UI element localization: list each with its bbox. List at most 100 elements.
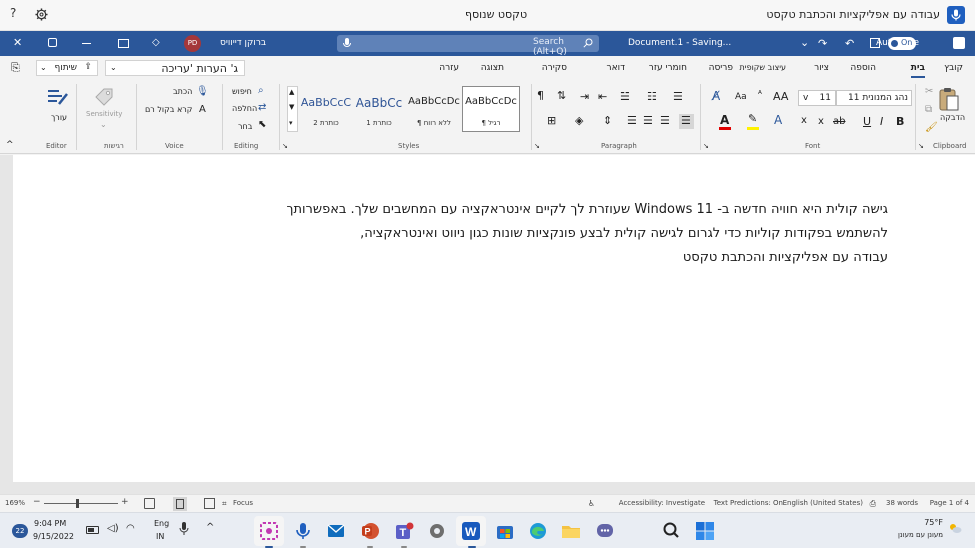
collapse-ribbon-icon[interactable]: ^ <box>6 140 14 150</box>
language-region[interactable]: IN <box>156 532 164 541</box>
web-layout-icon[interactable] <box>144 498 155 509</box>
tab-home[interactable]: בית <box>910 63 925 78</box>
subscript-button[interactable]: x <box>818 116 824 127</box>
zoom-level[interactable]: 169% <box>5 499 25 507</box>
copy-icon[interactable]: ⧉ <box>925 104 932 115</box>
tab-file[interactable]: קובץ <box>944 63 963 73</box>
accessibility-status[interactable]: Accessibility: Investigate <box>619 499 705 507</box>
focus-mode[interactable]: Focus <box>233 499 253 507</box>
word-count[interactable]: 38 words <box>886 499 918 507</box>
volume-icon[interactable]: ◁) <box>107 523 119 534</box>
mic-tray-icon[interactable] <box>179 522 189 536</box>
focus-icon[interactable]: ⌗ <box>222 499 227 509</box>
clipboard-launcher-icon[interactable]: ↘ <box>918 142 924 150</box>
editor-icon[interactable] <box>45 86 69 108</box>
teams-chat-icon[interactable] <box>594 520 616 542</box>
text-effects-icon[interactable]: A <box>774 113 782 127</box>
tab-help[interactable]: עזרה <box>439 63 459 73</box>
undo-icon[interactable]: ↶ <box>845 37 854 50</box>
read-mode-icon[interactable] <box>204 498 215 509</box>
settings-icon[interactable] <box>35 8 48 21</box>
tab-references[interactable]: חומרי עזר <box>649 63 687 73</box>
redo-icon[interactable]: ↷ <box>818 37 827 50</box>
font-launcher-icon[interactable]: ↘ <box>703 142 709 150</box>
ribbon-display-icon[interactable] <box>118 39 129 48</box>
editing-mode-dropdown[interactable]: ג' הערות 'עריכה ⌄ <box>105 60 245 76</box>
print-layout-button[interactable] <box>173 497 187 511</box>
show-formatting-icon[interactable]: ¶ <box>537 89 544 102</box>
text-predictions[interactable]: Text Predictions: On <box>714 499 783 507</box>
voice-access-icon[interactable] <box>292 520 314 542</box>
mail-icon[interactable] <box>325 520 347 542</box>
voice-mic-button[interactable] <box>947 6 965 24</box>
document-title[interactable]: Document.1 - Saving... <box>628 38 731 48</box>
shrink-font-icon[interactable]: ᴬ <box>758 90 762 100</box>
teams-icon[interactable]: T <box>393 520 415 542</box>
justify-icon[interactable]: ☰ <box>627 114 637 127</box>
proofing-icon[interactable]: ⎙ <box>870 499 876 509</box>
dictate-mic-icon[interactable]: 🎙 <box>196 86 209 97</box>
find-label[interactable]: חיפוש <box>232 87 252 96</box>
comments-icon[interactable]: ⎘ <box>11 61 20 75</box>
word-taskbar-button[interactable]: W <box>456 516 486 546</box>
tab-design[interactable]: עיצוב שקופית <box>740 63 786 72</box>
read-aloud-icon[interactable]: A <box>199 104 206 115</box>
diamond-icon[interactable]: ◇ <box>152 37 160 48</box>
weather-icon[interactable] <box>948 521 962 535</box>
clock-time[interactable]: 9:04 PM <box>34 519 66 528</box>
save-icon[interactable] <box>870 38 880 48</box>
wifi-icon[interactable]: ◠ <box>126 523 135 534</box>
clock-date[interactable]: 9/15/2022 <box>33 532 74 541</box>
edge-icon[interactable] <box>527 520 549 542</box>
settings-icon[interactable] <box>426 520 448 542</box>
share-button[interactable]: שיתוף ⇪ ⌄ <box>36 60 98 76</box>
user-name[interactable]: ברוקן דייוויס <box>220 38 266 48</box>
tab-mailings[interactable]: דואר <box>607 63 625 73</box>
italic-button[interactable]: I <box>880 115 883 128</box>
mic-icon[interactable] <box>343 38 351 49</box>
weather-temp[interactable]: 75°F <box>924 518 943 527</box>
editor-label[interactable]: עורך <box>51 113 67 122</box>
font-size-dropdown[interactable]: v 11 <box>798 90 836 106</box>
minimize-icon[interactable] <box>82 43 91 44</box>
find-icon[interactable]: ⌕ <box>258 85 264 96</box>
tab-layout[interactable]: פריסה <box>709 63 733 73</box>
paragraph-launcher-icon[interactable]: ↘ <box>534 142 540 150</box>
shading-icon[interactable]: ◈ <box>575 114 583 127</box>
help-icon[interactable]: ? <box>10 6 16 20</box>
paste-icon[interactable] <box>938 86 960 112</box>
style-no-spacing[interactable]: AaBbCcDc ¶ ללא רווח <box>405 86 463 132</box>
highlighter-icon[interactable]: ✎ <box>748 112 757 125</box>
zoom-slider[interactable] <box>44 503 118 504</box>
chevron-up-icon[interactable]: ^ <box>206 522 214 533</box>
select-label[interactable]: בחר <box>238 122 252 131</box>
maximize-icon[interactable] <box>48 38 57 47</box>
search-icon[interactable] <box>660 520 682 542</box>
zoom-slider-thumb[interactable] <box>76 499 79 508</box>
change-case-button[interactable]: Aa <box>735 92 747 102</box>
format-painter-icon[interactable]: 🖌 <box>925 122 938 133</box>
page-count[interactable]: Page 1 of 4 <box>930 499 969 507</box>
autosave-toggle[interactable]: On <box>888 37 916 50</box>
snipping-tool-button[interactable] <box>254 516 284 546</box>
superscript-button[interactable]: x <box>801 115 807 126</box>
tab-insert[interactable]: הוספה <box>850 63 876 73</box>
line-spacing-icon[interactable]: ⇕ <box>603 114 612 127</box>
borders-icon[interactable]: ⊞ <box>547 114 556 127</box>
notification-badge[interactable]: 22 <box>12 524 28 538</box>
strikethrough-button[interactable]: ab <box>833 116 845 127</box>
cut-icon[interactable]: ✂ <box>925 86 933 97</box>
replace-icon[interactable]: ⇄ <box>258 102 266 113</box>
file-explorer-icon[interactable] <box>560 520 582 542</box>
increase-indent-icon[interactable]: ⇥ <box>580 90 589 103</box>
tab-draw[interactable]: ציור <box>814 63 829 73</box>
styles-scroll[interactable]: ▲ ▼ ▾ <box>287 86 298 132</box>
close-icon[interactable]: ✕ <box>13 36 22 49</box>
search-input[interactable]: Search (Alt+Q) <box>337 35 599 57</box>
font-name-dropdown[interactable]: נהג המנונית 11 <box>836 90 912 106</box>
store-icon[interactable] <box>494 520 516 542</box>
align-center-icon[interactable]: ☰ <box>660 114 670 127</box>
replace-label[interactable]: החלפה <box>232 104 257 113</box>
windows-start-icon[interactable] <box>694 520 716 542</box>
underline-button[interactable]: U <box>863 115 871 128</box>
